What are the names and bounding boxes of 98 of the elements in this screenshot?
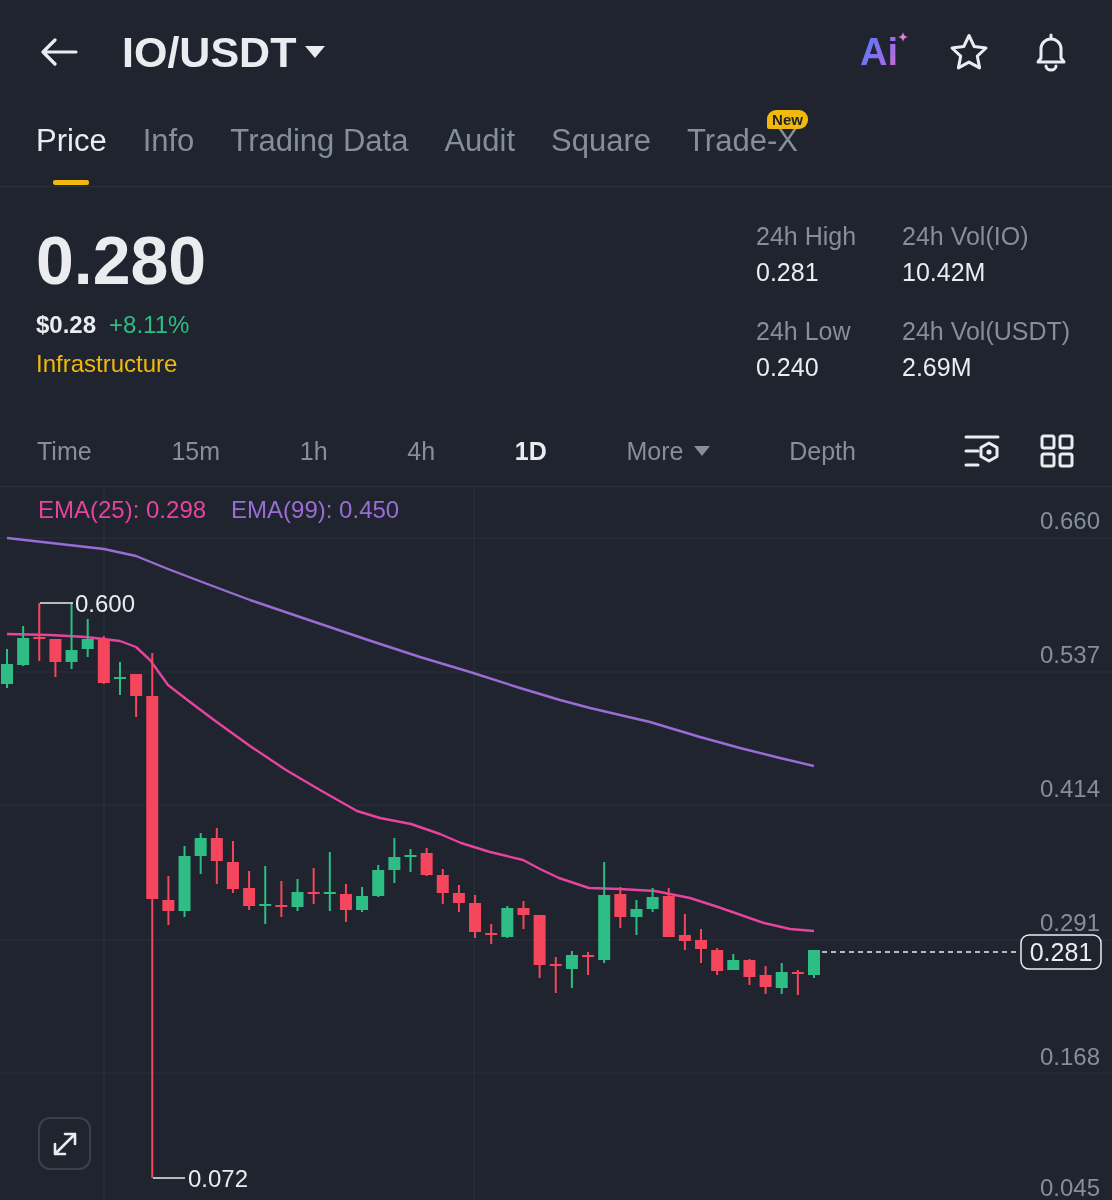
candlestick — [614, 887, 627, 928]
axis-label: 0.168 — [1039, 1043, 1100, 1070]
candlestick — [243, 871, 256, 910]
stat-value: 10.42M — [902, 257, 986, 288]
candlestick — [791, 970, 804, 995]
candlestick — [372, 865, 385, 897]
candlestick — [65, 603, 78, 669]
candlestick — [501, 906, 514, 938]
new-badge: New — [767, 110, 808, 129]
axis-label: 0.291 — [1039, 909, 1100, 936]
tab[interactable]: Square — [551, 104, 652, 186]
star-icon[interactable] — [949, 32, 989, 72]
expand-icon — [51, 1130, 78, 1157]
candlestick — [436, 869, 449, 904]
pair-selector[interactable]: IO/USDT — [122, 27, 326, 77]
candlestick — [259, 866, 272, 924]
more-dropdown[interactable]: More — [626, 435, 710, 467]
candlestick — [549, 957, 562, 993]
candlestick — [485, 924, 498, 944]
stat-label: 24h Vol(USDT) — [902, 316, 1071, 347]
candlestick — [452, 885, 465, 912]
tab[interactable]: Trading Data — [230, 104, 409, 186]
interval-tab[interactable]: 1h — [299, 435, 328, 467]
interval-tab[interactable]: 15m — [171, 435, 220, 467]
candlestick — [323, 852, 336, 911]
candlestick — [388, 838, 401, 883]
candlestick — [404, 849, 417, 872]
stat-value: 0.240 — [756, 352, 819, 383]
candlestick — [49, 639, 62, 677]
candlestick — [469, 895, 482, 938]
sparkle-icon — [898, 32, 908, 42]
candlestick — [775, 963, 788, 994]
last-price: 0.280 — [36, 222, 207, 298]
candlestick — [1, 649, 13, 688]
active-tab-indicator — [53, 180, 90, 185]
indicator-legend: EMA(99): 0.450 — [231, 495, 400, 525]
axis-label: 0.660 — [1039, 507, 1100, 534]
candlestick — [339, 884, 352, 922]
stat-label: 24h Vol(IO) — [902, 221, 1029, 252]
axis-label: 0.537 — [1039, 641, 1100, 668]
interval-tab[interactable]: 4h — [407, 435, 436, 467]
last-price-tag: 0.281 — [1020, 934, 1102, 970]
candlestick — [114, 662, 126, 695]
candlestick — [662, 888, 675, 937]
usd-price: $0.28 — [36, 310, 97, 340]
indicator-legend: EMA(25): 0.298 — [38, 495, 207, 525]
candlestick — [162, 876, 175, 925]
candlestick — [33, 603, 46, 661]
interval-tab[interactable]: Depth — [789, 435, 856, 467]
caret-icon — [305, 46, 326, 58]
stat-value: 0.281 — [756, 257, 819, 288]
candlestick — [130, 674, 143, 717]
caret-icon — [693, 446, 710, 456]
candlestick — [517, 901, 530, 929]
leader-line — [39, 602, 74, 604]
candlestick — [194, 833, 207, 874]
candlestick — [695, 929, 707, 963]
candlestick — [210, 828, 223, 884]
candlestick — [565, 951, 578, 988]
interval-tab[interactable]: 1D — [514, 435, 547, 467]
candlestick — [17, 626, 30, 666]
tab[interactable]: Price — [36, 104, 107, 186]
candlestick — [582, 952, 595, 975]
candlestick — [808, 950, 820, 978]
candlestick — [291, 879, 304, 911]
tab[interactable]: Info — [142, 104, 195, 186]
candlestick — [533, 915, 546, 978]
axis-label: 0.414 — [1039, 775, 1100, 802]
stat-value: 2.69M — [902, 352, 972, 383]
high-price-label: 0.600 — [75, 590, 136, 617]
candlestick — [307, 868, 320, 904]
indicator-settings-icon[interactable] — [964, 434, 1000, 468]
candlestick — [759, 966, 772, 994]
candlestick — [81, 619, 94, 657]
candlestick — [727, 954, 740, 970]
candlestick — [743, 959, 756, 985]
stat-label: 24h Low — [756, 316, 851, 347]
back-arrow-icon[interactable] — [40, 38, 78, 66]
stat-label: 24h High — [756, 221, 857, 252]
price-change: +8.11% — [109, 310, 190, 340]
interval-tab[interactable]: Time — [37, 435, 92, 467]
leader-line — [152, 1177, 186, 1179]
candlestick — [711, 948, 724, 975]
tab[interactable]: Audit — [444, 104, 516, 186]
candlestick — [356, 887, 369, 912]
candlestick — [420, 848, 433, 876]
candlestick — [275, 881, 288, 917]
candlestick — [630, 900, 643, 935]
candlestick — [226, 841, 239, 893]
candlestick — [646, 888, 659, 912]
sector-link[interactable]: Infrastructure — [36, 347, 178, 381]
candlestick — [178, 846, 191, 917]
low-price-label: 0.072 — [188, 1165, 249, 1192]
candlestick — [97, 636, 110, 684]
expand-button[interactable] — [38, 1117, 91, 1170]
axis-label: 0.045 — [1039, 1174, 1100, 1200]
grid-icon[interactable] — [1040, 434, 1074, 468]
candlestick — [678, 914, 691, 950]
